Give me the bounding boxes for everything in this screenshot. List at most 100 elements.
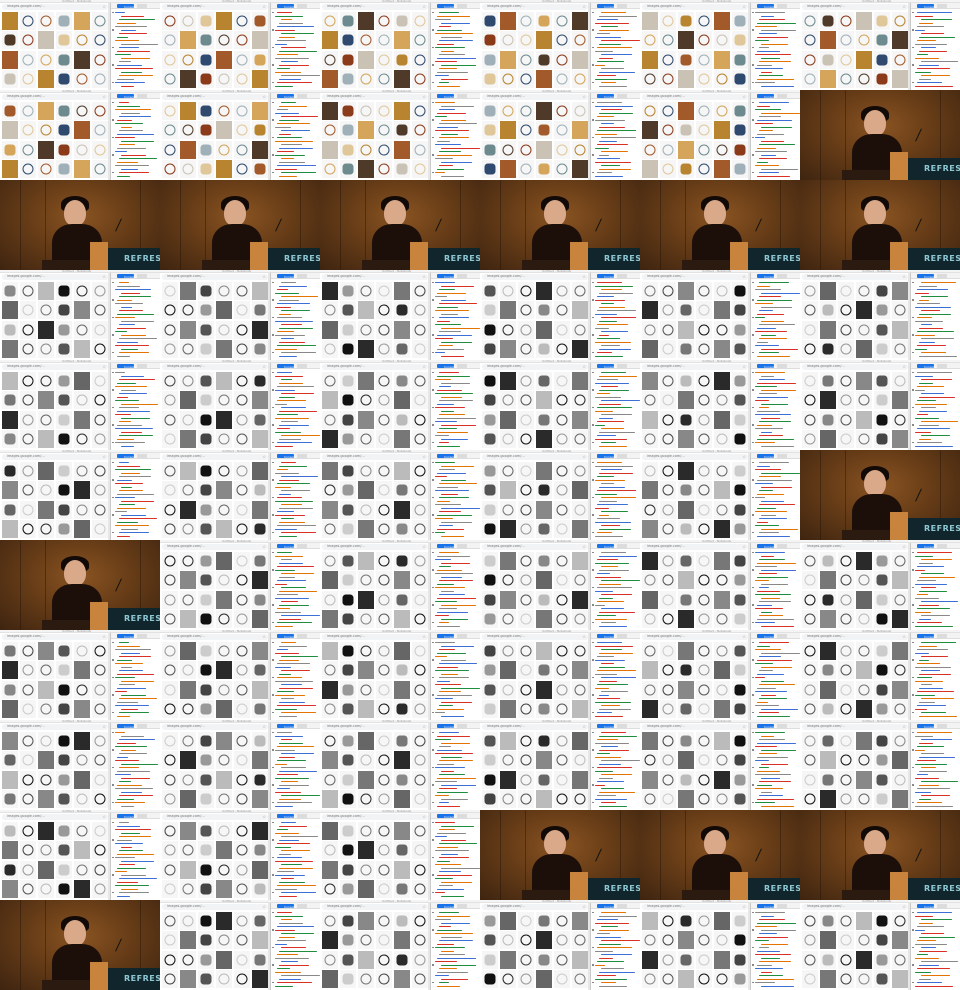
image-result-thumbnail[interactable] xyxy=(873,790,891,808)
expand-caret-icon[interactable] xyxy=(432,766,434,769)
expand-caret-icon[interactable] xyxy=(592,659,594,661)
image-result-thumbnail[interactable] xyxy=(535,430,553,448)
image-result-thumbnail[interactable] xyxy=(73,391,91,410)
image-result-thumbnail[interactable] xyxy=(571,642,588,660)
image-result-thumbnail[interactable] xyxy=(642,12,659,30)
address-bar[interactable]: images.google.com/… ☆ xyxy=(322,814,428,820)
tab-sources[interactable] xyxy=(137,274,147,278)
image-result-thumbnail[interactable] xyxy=(677,661,695,680)
image-result-thumbnail[interactable] xyxy=(393,751,411,770)
image-result-thumbnail[interactable] xyxy=(197,841,215,860)
tab-console[interactable]: Console xyxy=(277,274,296,279)
image-result-thumbnail[interactable] xyxy=(375,950,393,969)
tab-sources[interactable] xyxy=(937,4,947,8)
expand-caret-icon[interactable] xyxy=(272,604,274,606)
image-result-thumbnail[interactable] xyxy=(322,301,339,320)
image-result-thumbnail[interactable] xyxy=(411,481,428,500)
expand-caret-icon[interactable] xyxy=(432,371,434,374)
image-result-thumbnail[interactable] xyxy=(357,50,375,69)
image-result-thumbnail[interactable] xyxy=(19,790,37,808)
image-result-thumbnail[interactable] xyxy=(393,430,411,448)
expand-caret-icon[interactable] xyxy=(592,514,594,516)
image-result-thumbnail[interactable] xyxy=(713,680,731,699)
image-result-thumbnail[interactable] xyxy=(322,822,339,840)
image-result-thumbnail[interactable] xyxy=(55,642,73,660)
image-result-thumbnail[interactable] xyxy=(215,462,233,480)
address-bar[interactable]: images.google.com/… ☆ xyxy=(162,904,268,910)
image-result-thumbnail[interactable] xyxy=(713,912,731,930)
image-result-thumbnail[interactable] xyxy=(215,590,233,609)
image-result-thumbnail[interactable] xyxy=(233,880,251,898)
bookmark-star-icon[interactable]: ☆ xyxy=(582,544,586,549)
image-result-thumbnail[interactable] xyxy=(73,790,91,808)
image-result-thumbnail[interactable] xyxy=(482,931,499,950)
image-result-thumbnail[interactable] xyxy=(55,282,73,300)
image-result-thumbnail[interactable] xyxy=(339,880,357,898)
image-result-thumbnail[interactable] xyxy=(375,410,393,429)
image-result-thumbnail[interactable] xyxy=(642,680,659,699)
image-result-thumbnail[interactable] xyxy=(393,841,411,860)
image-result-thumbnail[interactable] xyxy=(891,610,908,628)
image-result-thumbnail[interactable] xyxy=(73,102,91,120)
image-result-thumbnail[interactable] xyxy=(357,790,375,808)
image-result-thumbnail[interactable] xyxy=(535,102,553,120)
image-result-thumbnail[interactable] xyxy=(2,70,19,88)
address-bar[interactable]: images.google.com/… ☆ xyxy=(482,454,588,460)
image-result-thumbnail[interactable] xyxy=(197,31,215,50)
image-result-thumbnail[interactable] xyxy=(482,912,499,930)
image-result-thumbnail[interactable] xyxy=(179,950,197,969)
image-result-thumbnail[interactable] xyxy=(499,912,517,930)
image-result-thumbnail[interactable] xyxy=(642,520,659,538)
expand-caret-icon[interactable] xyxy=(432,441,434,444)
image-result-thumbnail[interactable] xyxy=(535,931,553,950)
image-result-thumbnail[interactable] xyxy=(91,751,108,770)
image-result-thumbnail[interactable] xyxy=(162,340,179,358)
expand-caret-icon[interactable] xyxy=(752,531,754,534)
image-result-thumbnail[interactable] xyxy=(91,102,108,120)
image-result-thumbnail[interactable] xyxy=(731,790,748,808)
image-result-thumbnail[interactable] xyxy=(535,340,553,358)
bookmark-star-icon[interactable]: ☆ xyxy=(102,274,106,279)
image-result-thumbnail[interactable] xyxy=(91,70,108,88)
address-bar[interactable]: images.google.com/… ☆ xyxy=(2,724,108,730)
image-result-thumbnail[interactable] xyxy=(357,481,375,500)
image-result-thumbnail[interactable] xyxy=(535,301,553,320)
expand-caret-icon[interactable] xyxy=(912,81,914,84)
image-result-thumbnail[interactable] xyxy=(499,931,517,950)
bookmark-star-icon[interactable]: ☆ xyxy=(422,274,426,279)
image-result-thumbnail[interactable] xyxy=(695,590,713,609)
image-result-thumbnail[interactable] xyxy=(251,70,268,88)
expand-caret-icon[interactable] xyxy=(272,659,274,661)
image-result-thumbnail[interactable] xyxy=(677,590,695,609)
image-result-thumbnail[interactable] xyxy=(215,790,233,808)
image-result-thumbnail[interactable] xyxy=(375,320,393,339)
image-result-thumbnail[interactable] xyxy=(482,751,499,770)
tab-console[interactable]: Console xyxy=(597,274,616,279)
image-result-thumbnail[interactable] xyxy=(802,430,819,448)
bookmark-star-icon[interactable]: ☆ xyxy=(422,544,426,549)
image-result-thumbnail[interactable] xyxy=(19,462,37,480)
image-result-thumbnail[interactable] xyxy=(677,340,695,358)
expand-caret-icon[interactable] xyxy=(112,659,114,661)
image-result-thumbnail[interactable] xyxy=(517,970,535,988)
expand-caret-icon[interactable] xyxy=(752,621,754,624)
image-result-thumbnail[interactable] xyxy=(802,372,819,390)
image-result-thumbnail[interactable] xyxy=(482,31,499,50)
image-result-thumbnail[interactable] xyxy=(873,732,891,750)
bookmark-star-icon[interactable]: ☆ xyxy=(742,94,746,99)
image-result-thumbnail[interactable] xyxy=(55,121,73,140)
expand-caret-icon[interactable] xyxy=(272,694,274,696)
expand-caret-icon[interactable] xyxy=(272,981,274,984)
image-result-thumbnail[interactable] xyxy=(571,751,588,770)
image-result-thumbnail[interactable] xyxy=(677,571,695,590)
image-result-thumbnail[interactable] xyxy=(713,430,731,448)
expand-caret-icon[interactable] xyxy=(592,46,594,49)
image-result-thumbnail[interactable] xyxy=(819,31,837,50)
image-result-thumbnail[interactable] xyxy=(19,70,37,88)
tab-console[interactable]: Console xyxy=(917,724,936,729)
image-result-thumbnail[interactable] xyxy=(322,50,339,69)
image-result-thumbnail[interactable] xyxy=(731,642,748,660)
image-result-thumbnail[interactable] xyxy=(659,590,677,609)
image-result-thumbnail[interactable] xyxy=(393,610,411,628)
image-result-thumbnail[interactable] xyxy=(677,751,695,770)
